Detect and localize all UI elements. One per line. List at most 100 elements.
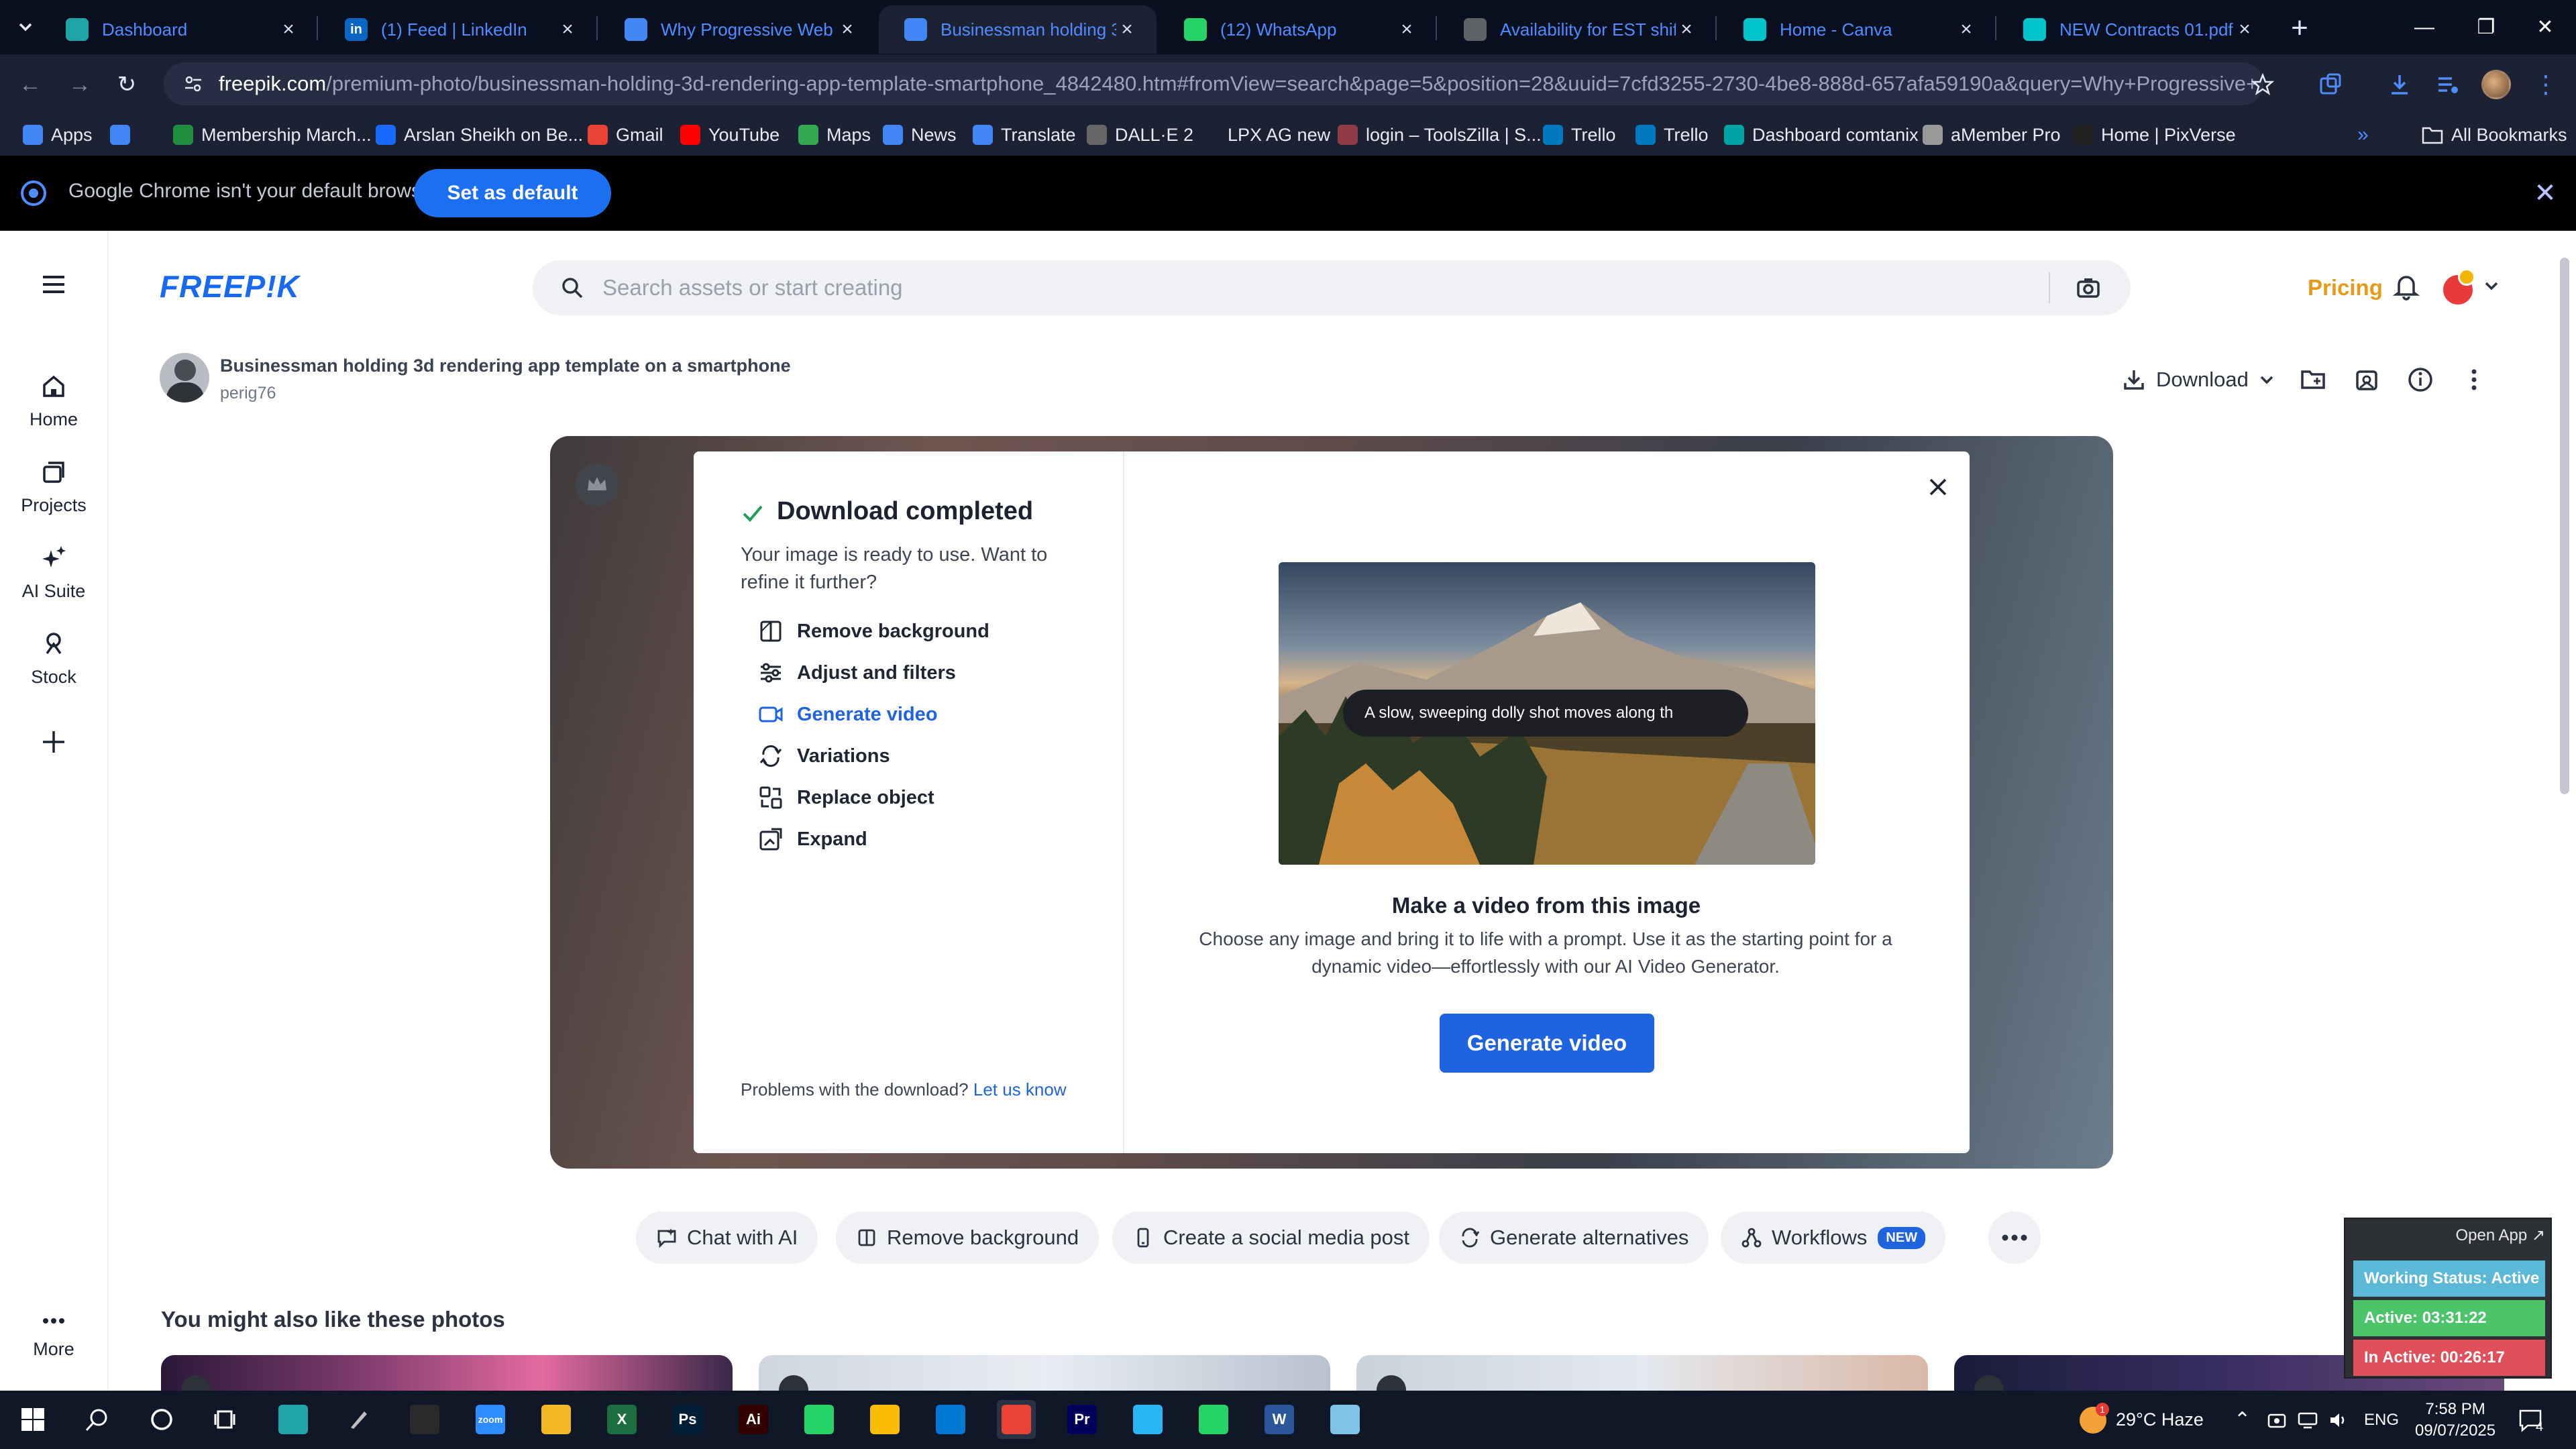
extensions-icon[interactable] bbox=[2313, 68, 2347, 101]
chrome-menu-icon[interactable]: ⋮ bbox=[2529, 68, 2563, 101]
bookmark-13[interactable]: Trello bbox=[1543, 121, 1616, 149]
show-hidden-icons-icon[interactable]: ⌃ bbox=[2234, 1391, 2251, 1449]
nav-more[interactable]: More bbox=[0, 1311, 107, 1360]
bookmark-5[interactable]: Gmail bbox=[588, 121, 663, 149]
whatsapp-icon[interactable] bbox=[800, 1400, 839, 1439]
tab-7[interactable]: Home - Canva × bbox=[1718, 5, 1996, 54]
similar-photo-2[interactable] bbox=[759, 1355, 1330, 1391]
zoom-icon[interactable]: zoom bbox=[471, 1400, 510, 1439]
option-replace-object[interactable]: Replace object bbox=[758, 782, 934, 813]
word-icon[interactable]: W bbox=[1260, 1400, 1299, 1439]
info-icon[interactable] bbox=[2404, 364, 2436, 396]
bookmark-11[interactable]: LPX AG new bbox=[1199, 121, 1330, 149]
action-chat-with-ai[interactable]: Chat with AI bbox=[636, 1212, 818, 1264]
back-button[interactable]: ← bbox=[13, 68, 47, 101]
tab-8[interactable]: NEW Contracts 01.pdf - 8× bbox=[1998, 5, 2274, 54]
download-button[interactable]: Download bbox=[2121, 364, 2275, 396]
notifications-bell-icon[interactable] bbox=[2392, 272, 2420, 301]
tab-1[interactable]: Dashboard × bbox=[40, 5, 318, 54]
notification-center-icon[interactable]: 4 bbox=[2517, 1391, 2543, 1449]
similar-photo-1[interactable] bbox=[161, 1355, 733, 1391]
whatsapp2-icon[interactable] bbox=[1194, 1400, 1233, 1439]
vscode-icon[interactable] bbox=[931, 1400, 970, 1439]
premiere-icon[interactable]: Pr bbox=[1063, 1400, 1102, 1439]
generate-video-button[interactable]: Generate video bbox=[1440, 1014, 1654, 1073]
action-remove-background[interactable]: Remove background bbox=[836, 1212, 1099, 1264]
infobar-close-icon[interactable]: ✕ bbox=[2529, 177, 2561, 209]
chrome-active-icon[interactable] bbox=[997, 1400, 1036, 1439]
account-chevron-icon[interactable] bbox=[2482, 276, 2501, 295]
network-icon[interactable] bbox=[2297, 1391, 2318, 1449]
task-view-icon[interactable] bbox=[207, 1400, 246, 1439]
nav-add-button[interactable] bbox=[0, 727, 107, 765]
edit-image-icon[interactable] bbox=[2351, 364, 2383, 396]
file-explorer-icon[interactable] bbox=[537, 1400, 576, 1439]
media-control-icon[interactable] bbox=[2431, 68, 2465, 101]
bookmark-9[interactable]: Translate bbox=[973, 121, 1076, 149]
address-bar[interactable]: freepik.com/premium-photo/businessman-ho… bbox=[164, 62, 2263, 105]
notes-icon[interactable] bbox=[1326, 1400, 1364, 1439]
search-bar[interactable] bbox=[533, 260, 2131, 315]
restore-button[interactable]: ❐ bbox=[2455, 0, 2517, 54]
bookmark-4[interactable]: Arslan Sheikh on Be... bbox=[376, 121, 583, 149]
new-tab-button[interactable]: + bbox=[2281, 11, 2318, 48]
bookmarks-overflow-icon[interactable]: » bbox=[2357, 121, 2369, 149]
terminal-icon[interactable] bbox=[405, 1400, 444, 1439]
illustrator-icon[interactable]: Ai bbox=[734, 1400, 773, 1439]
tab-2[interactable]: in (1) Feed | LinkedIn × bbox=[319, 5, 597, 54]
user-avatar[interactable] bbox=[2440, 268, 2477, 305]
start-icon[interactable] bbox=[13, 1400, 52, 1439]
excel-icon[interactable]: X bbox=[602, 1400, 641, 1439]
nav-projects[interactable]: Projects bbox=[0, 458, 107, 516]
bookmark-12[interactable]: login – ToolsZilla | S... bbox=[1338, 121, 1542, 149]
modal-close-icon[interactable] bbox=[1923, 472, 1953, 502]
option-expand[interactable]: Expand bbox=[758, 824, 867, 855]
camera-search-icon[interactable] bbox=[2076, 275, 2101, 301]
volume-icon[interactable] bbox=[2328, 1391, 2349, 1449]
bookmark-8[interactable]: News bbox=[883, 121, 957, 149]
pen-icon[interactable] bbox=[339, 1400, 378, 1439]
profile-avatar[interactable] bbox=[2479, 68, 2513, 101]
nav-stock[interactable]: Stock bbox=[0, 629, 107, 688]
option-remove-background[interactable]: Remove background bbox=[758, 616, 989, 647]
all-bookmarks[interactable]: All Bookmarks bbox=[2422, 121, 2567, 149]
bookmark-7[interactable]: Maps bbox=[798, 121, 871, 149]
option-generate-video[interactable]: Generate video bbox=[758, 699, 938, 730]
photoshop-icon[interactable]: Ps bbox=[668, 1400, 707, 1439]
tab-close-icon[interactable]: × bbox=[1396, 19, 1417, 40]
tab-close-icon[interactable]: × bbox=[1116, 19, 1138, 40]
option-variations[interactable]: Variations bbox=[758, 741, 890, 771]
tab-close-icon[interactable]: × bbox=[1676, 19, 1697, 40]
more-actions-button[interactable] bbox=[1988, 1212, 2041, 1264]
nav-home[interactable]: Home bbox=[0, 372, 107, 430]
bookmark-3[interactable]: Membership March... bbox=[173, 121, 372, 149]
tab-close-icon[interactable]: × bbox=[1955, 19, 1977, 40]
menu-hamburger-icon[interactable] bbox=[38, 271, 70, 298]
clock[interactable]: 7:58 PM 09/07/2025 bbox=[2415, 1391, 2496, 1449]
search-input[interactable] bbox=[602, 275, 1944, 301]
chrome-icon[interactable] bbox=[865, 1400, 904, 1439]
bookmark-15[interactable]: Dashboard comtanix bbox=[1724, 121, 1919, 149]
input-language[interactable]: ENG bbox=[2364, 1391, 2399, 1449]
similar-photo-3[interactable] bbox=[1356, 1355, 1928, 1391]
weather-widget[interactable]: 1 29°C Haze bbox=[2080, 1391, 2204, 1449]
cortana-icon[interactable] bbox=[142, 1400, 181, 1439]
edge-icon[interactable] bbox=[274, 1400, 313, 1439]
tab-close-icon[interactable]: × bbox=[557, 19, 578, 40]
more-options-icon[interactable] bbox=[2458, 364, 2490, 396]
tab-search-button[interactable] bbox=[12, 13, 39, 40]
minimize-button[interactable]: — bbox=[2394, 0, 2455, 54]
close-window-button[interactable]: ✕ bbox=[2514, 0, 2576, 54]
app-icon[interactable] bbox=[1128, 1400, 1167, 1439]
page-scrollbar[interactable] bbox=[2560, 258, 2569, 794]
bookmark-10[interactable]: DALL·E 2 bbox=[1087, 121, 1193, 149]
forward-button[interactable]: → bbox=[63, 68, 97, 101]
author-avatar[interactable] bbox=[160, 353, 209, 402]
tab-5[interactable]: (12) WhatsApp × bbox=[1159, 5, 1436, 54]
tab-close-icon[interactable]: × bbox=[2234, 19, 2255, 40]
freepik-logo[interactable]: FREEP!K bbox=[160, 268, 300, 306]
action-workflows[interactable]: Workflows NEW bbox=[1721, 1212, 1946, 1264]
action-generate-alternatives[interactable]: Generate alternatives bbox=[1439, 1212, 1709, 1264]
nav-ai-suite[interactable]: AI Suite bbox=[0, 543, 107, 602]
let-us-know-link[interactable]: Let us know bbox=[973, 1079, 1067, 1099]
